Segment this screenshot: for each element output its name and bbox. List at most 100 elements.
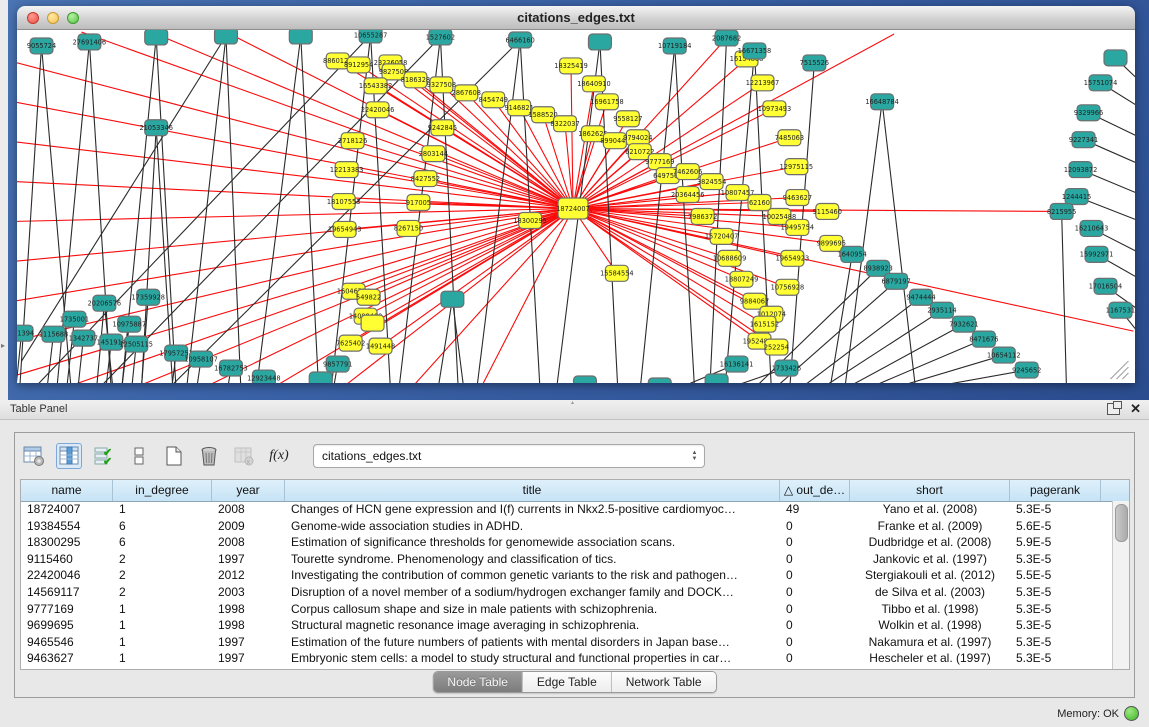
graph-node[interactable]: 3824554: [697, 174, 726, 190]
graph-node[interactable]: 9558127: [613, 111, 642, 127]
cell[interactable]: Changes of HCN gene expression and I(f) …: [285, 501, 780, 518]
graph-node[interactable]: 1733426: [772, 360, 801, 376]
new-table-button[interactable]: [161, 443, 187, 469]
graph-node[interactable]: 8454749: [479, 92, 508, 108]
cell[interactable]: 1997: [212, 551, 285, 568]
cell[interactable]: 1: [113, 634, 212, 651]
graph-node[interactable]: 16543382: [359, 78, 392, 94]
cell[interactable]: 18300295: [21, 534, 113, 551]
graph-node[interactable]: 19654943: [328, 221, 361, 237]
graph-node[interactable]: 9857791: [323, 356, 352, 372]
graph-node[interactable]: 1640954: [838, 246, 867, 262]
graph-node[interactable]: 9055724: [27, 38, 56, 54]
table-row[interactable]: 977716911998Corpus callosum shape and si…: [21, 601, 1112, 618]
graph-node[interactable]: 21053346: [139, 120, 172, 136]
graph-node[interactable]: 15751074: [1084, 75, 1117, 91]
select-columns-button[interactable]: ✔ ✔: [91, 443, 117, 469]
graph-node[interactable]: 10654112: [987, 347, 1020, 363]
graph-node[interactable]: 9474444: [906, 289, 935, 305]
graph-node[interactable]: 7625402: [336, 335, 365, 351]
table-row[interactable]: 1872400712008Changes of HCN gene express…: [21, 501, 1112, 518]
cell[interactable]: Estimation of significance thresholds fo…: [285, 534, 780, 551]
graph-node[interactable]: 10756928: [771, 279, 804, 295]
graph-node[interactable]: 1491448: [366, 338, 395, 354]
graph-node[interactable]: [574, 376, 597, 383]
tab-network-table[interactable]: Network Table: [612, 672, 716, 692]
graph-node[interactable]: 15584554: [600, 265, 633, 281]
cell[interactable]: 5.3E-5: [1010, 601, 1101, 618]
graph-node[interactable]: 7932621: [949, 316, 978, 332]
graph-node[interactable]: [215, 30, 238, 44]
cell[interactable]: Hescheler et al. (1997): [850, 650, 1010, 667]
cell[interactable]: 0: [780, 518, 850, 535]
graph-node[interactable]: [705, 374, 728, 383]
graph-node[interactable]: 8186328: [401, 72, 430, 88]
cell[interactable]: 0: [780, 617, 850, 634]
cell[interactable]: Structural magnetic resonance image aver…: [285, 617, 780, 634]
graph-node[interactable]: 10958107: [184, 351, 217, 367]
cell[interactable]: 5.3E-5: [1010, 551, 1101, 568]
graph-node[interactable]: 9245652: [1012, 362, 1041, 378]
graph-node[interactable]: 6466160: [506, 32, 535, 48]
cell[interactable]: 2003: [212, 584, 285, 601]
cell[interactable]: 1: [113, 650, 212, 667]
row-height-button[interactable]: [126, 443, 152, 469]
graph-node[interactable]: 22420046: [361, 102, 394, 118]
cell[interactable]: Estimation of the future numbers of pati…: [285, 634, 780, 651]
cell[interactable]: 6: [113, 534, 212, 551]
cell[interactable]: 9463627: [21, 650, 113, 667]
table-row[interactable]: 946554611997Estimation of the future num…: [21, 634, 1112, 651]
table-row[interactable]: 1938455462009Genome-wide association stu…: [21, 518, 1112, 535]
graph-node[interactable]: 8322037: [550, 116, 579, 132]
graph-node[interactable]: 12923448: [247, 370, 280, 383]
graph-node[interactable]: 12213967: [746, 75, 779, 91]
cell[interactable]: 14569117: [21, 584, 113, 601]
graph-node[interactable]: 8267150: [394, 220, 423, 236]
graph-node[interactable]: 9329966: [1074, 105, 1103, 121]
cell[interactable]: 49: [780, 501, 850, 518]
cell[interactable]: Corpus callosum shape and size in male p…: [285, 601, 780, 618]
graph-node[interactable]: 20364456: [671, 187, 704, 203]
network-graph[interactable]: 1872400718300295886012889129542322605898…: [17, 30, 1135, 383]
graph-node[interactable]: 7515526: [800, 55, 829, 71]
table-row[interactable]: 1830029562008Estimation of significance …: [21, 534, 1112, 551]
graph-node[interactable]: 12975115: [780, 159, 813, 175]
graph-node[interactable]: [588, 34, 611, 50]
cell[interactable]: 9777169: [21, 601, 113, 618]
graph-node[interactable]: 1115688: [39, 326, 68, 342]
graph-node[interactable]: 16210643: [1075, 220, 1108, 236]
graph-node[interactable]: 8427552: [411, 171, 440, 187]
network-window-titlebar[interactable]: citations_edges.txt: [17, 6, 1135, 30]
cell[interactable]: de Silva et al. (2003): [850, 584, 1010, 601]
close-panel-icon[interactable]: ✕: [1130, 402, 1141, 415]
cell[interactable]: Genome-wide association studies in ADHD.: [285, 518, 780, 535]
graph-node[interactable]: 16136141: [720, 356, 753, 372]
cell[interactable]: 5.3E-5: [1010, 650, 1101, 667]
graph-node[interactable]: 27691406: [73, 34, 106, 50]
graph-node[interactable]: 9227341: [1069, 132, 1098, 148]
cell[interactable]: 9699695: [21, 617, 113, 634]
cell[interactable]: 2009: [212, 518, 285, 535]
graph-node[interactable]: 19654923: [776, 250, 809, 266]
graph-node[interactable]: 2867608: [452, 85, 481, 101]
graph-node[interactable]: 20206576: [88, 295, 121, 311]
cell[interactable]: 19384554: [21, 518, 113, 535]
graph-node[interactable]: 2087682: [712, 30, 741, 46]
graph-node[interactable]: [145, 30, 168, 45]
graph-node[interactable]: 18807249: [725, 271, 758, 287]
graph-node[interactable]: 18107553: [327, 194, 360, 210]
graph-node[interactable]: 18300295: [513, 212, 546, 228]
graph-node[interactable]: [648, 378, 671, 383]
table-row[interactable]: 946362711997Embryonic stem cells: a mode…: [21, 650, 1112, 667]
column-header-title[interactable]: title: [285, 480, 780, 501]
cell[interactable]: 1: [113, 617, 212, 634]
column-header-out_de[interactable]: △ out_de…: [780, 480, 850, 501]
expand-panel-arrow-icon[interactable]: ▸: [1, 341, 5, 350]
cell[interactable]: 0: [780, 601, 850, 618]
graph-node[interactable]: [441, 291, 464, 307]
cell[interactable]: Jankovic et al. (1997): [850, 551, 1010, 568]
tab-node-table[interactable]: Node Table: [433, 672, 523, 692]
cell[interactable]: 2: [113, 584, 212, 601]
float-panel-icon[interactable]: [1107, 403, 1120, 415]
graph-node[interactable]: 1527602: [426, 30, 455, 45]
